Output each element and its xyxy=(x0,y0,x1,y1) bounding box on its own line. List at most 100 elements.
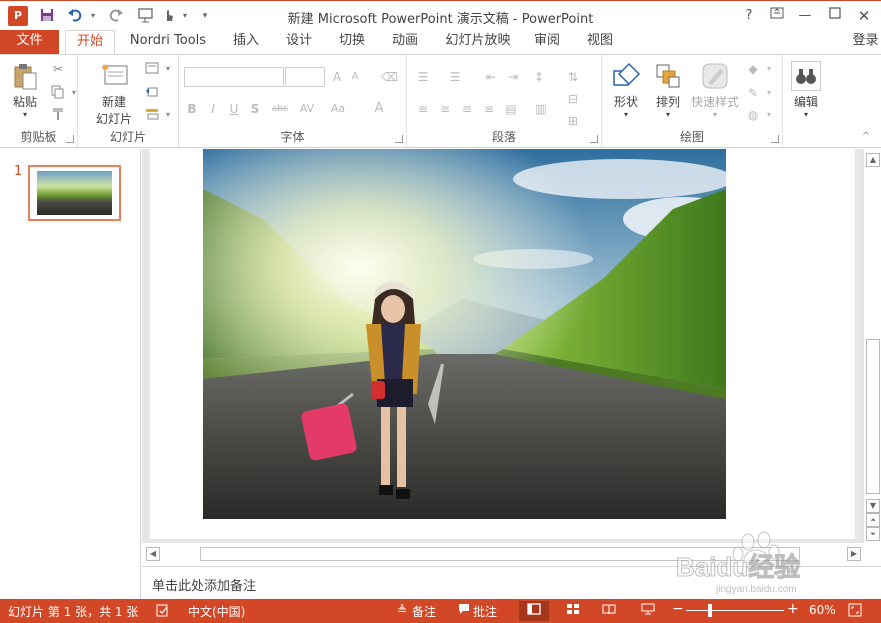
normal-view-icon[interactable] xyxy=(519,601,549,621)
center-icon[interactable]: ≡ xyxy=(437,101,453,117)
tab-insert[interactable]: 插入 xyxy=(226,30,266,54)
horizontal-scrollbar[interactable]: ◀ ▶ xyxy=(142,543,881,565)
shape-fill-dropdown-icon[interactable]: ▾ xyxy=(761,61,777,77)
zoom-slider[interactable] xyxy=(686,610,784,611)
tab-home[interactable]: 开始 xyxy=(65,30,115,54)
slide-canvas[interactable] xyxy=(150,149,855,539)
decrease-font-size-icon[interactable]: A xyxy=(347,69,363,85)
decrease-indent-icon[interactable]: ⇤ xyxy=(483,69,499,85)
tab-design[interactable]: 设计 xyxy=(279,30,319,54)
reading-view-icon[interactable] xyxy=(594,601,624,621)
shape-effects-icon[interactable]: ◍ xyxy=(745,107,761,123)
format-painter-icon[interactable] xyxy=(50,107,66,123)
zoom-in-icon[interactable]: + xyxy=(787,601,799,617)
font-name-box[interactable] xyxy=(184,67,284,87)
line-spacing-icon[interactable]: ↕ xyxy=(531,69,547,85)
clipboard-launcher-icon[interactable] xyxy=(66,135,74,143)
reset-slide-icon[interactable] xyxy=(144,85,160,101)
scroll-right-icon[interactable]: ▶ xyxy=(847,547,861,561)
shapes-button[interactable]: 形状 ▾ xyxy=(607,61,645,119)
increase-font-size-icon[interactable]: A xyxy=(329,69,345,85)
tab-slide-show[interactable]: 幻灯片放映 xyxy=(438,30,518,54)
horizontal-scroll-thumb[interactable] xyxy=(200,547,800,561)
change-case-icon[interactable]: Aa xyxy=(327,101,349,117)
cut-icon[interactable]: ✂ xyxy=(50,61,66,77)
new-slide-button[interactable]: ✸ 新建 幻灯片 xyxy=(90,61,138,127)
help-button[interactable]: ? xyxy=(736,6,762,26)
scroll-up-icon[interactable]: ▲ xyxy=(866,153,880,167)
section-icon[interactable] xyxy=(144,107,160,123)
zoom-slider-handle[interactable] xyxy=(707,604,712,617)
slide-photo[interactable] xyxy=(203,149,726,519)
tab-animations[interactable]: 动画 xyxy=(385,30,425,54)
vertical-scrollbar[interactable]: ▲ ▼ ⏶ ⏷ xyxy=(863,149,881,543)
sign-in-link[interactable]: 登录 xyxy=(850,30,881,54)
shape-outline-dropdown-icon[interactable]: ▾ xyxy=(761,85,777,101)
editing-label: 编辑 xyxy=(793,95,818,109)
comments-button[interactable]: 批注 xyxy=(473,603,497,620)
character-spacing-icon[interactable]: AV xyxy=(296,101,318,117)
svg-text:✸: ✸ xyxy=(101,63,109,74)
collapse-ribbon-icon[interactable]: ^ xyxy=(858,129,874,145)
notes-pane[interactable]: 单击此处添加备注 xyxy=(142,566,881,599)
tab-view[interactable]: 视图 xyxy=(580,30,620,54)
language-status[interactable]: 中文(中国) xyxy=(188,603,245,620)
drawing-launcher-icon[interactable] xyxy=(771,135,779,143)
font-launcher-icon[interactable] xyxy=(395,135,403,143)
clear-formatting-icon[interactable]: ⌫ xyxy=(381,69,398,85)
scroll-down-icon[interactable]: ▼ xyxy=(866,499,880,513)
notes-toggle-button[interactable]: 备注 xyxy=(412,603,436,620)
strikethrough-icon[interactable]: abc xyxy=(269,101,291,117)
bullets-icon[interactable]: ☰ xyxy=(415,69,431,85)
text-shadow-icon[interactable]: S xyxy=(247,101,263,117)
italic-icon[interactable]: I xyxy=(205,101,221,117)
quick-styles-button[interactable]: 快速样式 ▾ xyxy=(689,61,741,119)
text-direction-icon[interactable]: ⇅ xyxy=(565,69,581,85)
close-icon[interactable]: ✕ xyxy=(851,6,877,26)
font-size-box[interactable] xyxy=(285,67,325,87)
shape-fill-icon[interactable]: ◆ xyxy=(745,61,761,77)
previous-slide-icon[interactable]: ⏶ xyxy=(866,513,880,527)
scroll-left-icon[interactable]: ◀ xyxy=(146,547,160,561)
slide-thumbnail[interactable] xyxy=(28,165,121,221)
shape-effects-dropdown-icon[interactable]: ▾ xyxy=(761,107,777,123)
tab-file[interactable]: 文件 xyxy=(0,30,59,54)
align-right-icon[interactable]: ≡ xyxy=(459,101,475,117)
justify-icon[interactable]: ≡ xyxy=(481,101,497,117)
convert-to-smartart-icon[interactable]: ⊞ xyxy=(565,113,581,129)
editing-button[interactable]: 编辑 ▾ xyxy=(787,61,825,119)
layout-icon[interactable] xyxy=(144,61,160,77)
columns-icon[interactable]: ▥ xyxy=(533,101,549,117)
minimize-icon[interactable]: — xyxy=(792,6,818,26)
paste-button[interactable]: 粘贴 ▾ xyxy=(6,61,44,119)
section-dropdown-icon[interactable]: ▾ xyxy=(160,107,176,123)
comments-icon[interactable] xyxy=(458,603,470,618)
fit-slide-to-window-icon[interactable] xyxy=(848,603,862,620)
notes-toggle-icon[interactable]: ≜ xyxy=(397,603,407,617)
maximize-icon[interactable] xyxy=(822,6,848,26)
next-slide-icon[interactable]: ⏷ xyxy=(866,527,880,541)
spell-check-icon[interactable] xyxy=(156,603,170,620)
shape-outline-icon[interactable]: ✎ xyxy=(745,85,761,101)
numbering-icon[interactable]: ☰ xyxy=(447,69,463,85)
font-color-icon[interactable]: A xyxy=(371,101,387,117)
slide-sorter-view-icon[interactable] xyxy=(558,601,588,621)
zoom-level[interactable]: 60% xyxy=(809,603,836,617)
tab-transitions[interactable]: 切换 xyxy=(332,30,372,54)
vertical-scroll-thumb[interactable] xyxy=(866,339,880,494)
slide-show-view-icon[interactable] xyxy=(633,601,663,621)
ribbon-display-options-icon[interactable] xyxy=(764,6,790,26)
tab-nordri-tools[interactable]: Nordri Tools xyxy=(124,30,212,54)
underline-icon[interactable]: U xyxy=(226,101,242,117)
zoom-out-icon[interactable]: − xyxy=(672,601,684,617)
arrange-button[interactable]: 排列 ▾ xyxy=(649,61,687,119)
distributed-icon[interactable]: ▤ xyxy=(503,101,519,117)
tab-review[interactable]: 审阅 xyxy=(527,30,567,54)
layout-dropdown-icon[interactable]: ▾ xyxy=(160,61,176,77)
copy-icon[interactable] xyxy=(50,85,66,101)
bold-icon[interactable]: B xyxy=(184,101,200,117)
align-text-icon[interactable]: ⊟ xyxy=(565,91,581,107)
align-left-icon[interactable]: ≡ xyxy=(415,101,431,117)
increase-indent-icon[interactable]: ⇥ xyxy=(505,69,521,85)
paragraph-launcher-icon[interactable] xyxy=(590,135,598,143)
